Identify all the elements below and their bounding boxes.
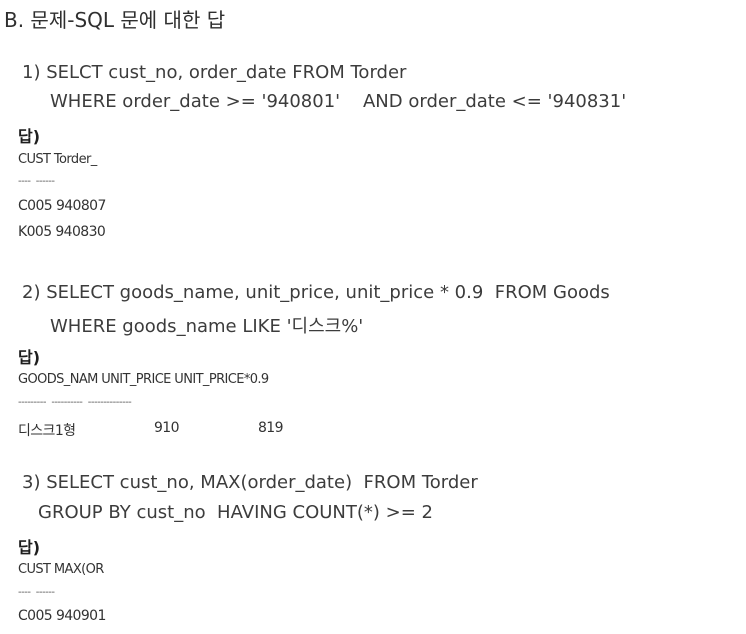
problem-2-answer-label: 답) bbox=[18, 348, 41, 367]
problem-2-sql-line-2: WHERE goods_name LIKE '디스크%' bbox=[50, 316, 364, 337]
problem-1-result-header: CUST Torder_ bbox=[18, 152, 97, 167]
problem-2-result-name: 디스크1형 bbox=[18, 423, 76, 439]
problem-1-sql-line-1: 1) SELCT cust_no, order_date FROM Torder bbox=[22, 62, 407, 83]
problem-3-answer-label: 답) bbox=[18, 538, 41, 557]
problem-1-dash-line: ---- ------ bbox=[18, 176, 55, 187]
problem-2-result-price: 910 bbox=[154, 420, 180, 436]
problem-2-result-header: GOODS_NAM UNIT_PRICE UNIT_PRICE*0.9 bbox=[18, 372, 269, 387]
problem-3-dash-line: ---- ------ bbox=[18, 587, 55, 598]
problem-2-dash-line: --------- ---------- -------------- bbox=[18, 397, 132, 408]
problem-1-sql-line-2: WHERE order_date >= '940801' AND order_d… bbox=[50, 91, 627, 112]
problem-3-result-row: C005 940901 bbox=[18, 608, 106, 624]
problem-3-sql-line-2: GROUP BY cust_no HAVING COUNT(*) >= 2 bbox=[38, 502, 433, 523]
problem-2-result-discount: 819 bbox=[258, 420, 284, 436]
problem-2-sql-line-1: 2) SELECT goods_name, unit_price, unit_p… bbox=[22, 282, 610, 303]
problem-1-result-row: K005 940830 bbox=[18, 224, 106, 240]
problem-3-result-header: CUST MAX(OR bbox=[18, 562, 104, 577]
problem-1-result-row: C005 940807 bbox=[18, 198, 106, 214]
section-title: B. 문제-SQL 문에 대한 답 bbox=[4, 8, 226, 32]
problem-1-answer-label: 답) bbox=[18, 127, 41, 146]
problem-3-sql-line-1: 3) SELECT cust_no, MAX(order_date) FROM … bbox=[22, 472, 478, 493]
